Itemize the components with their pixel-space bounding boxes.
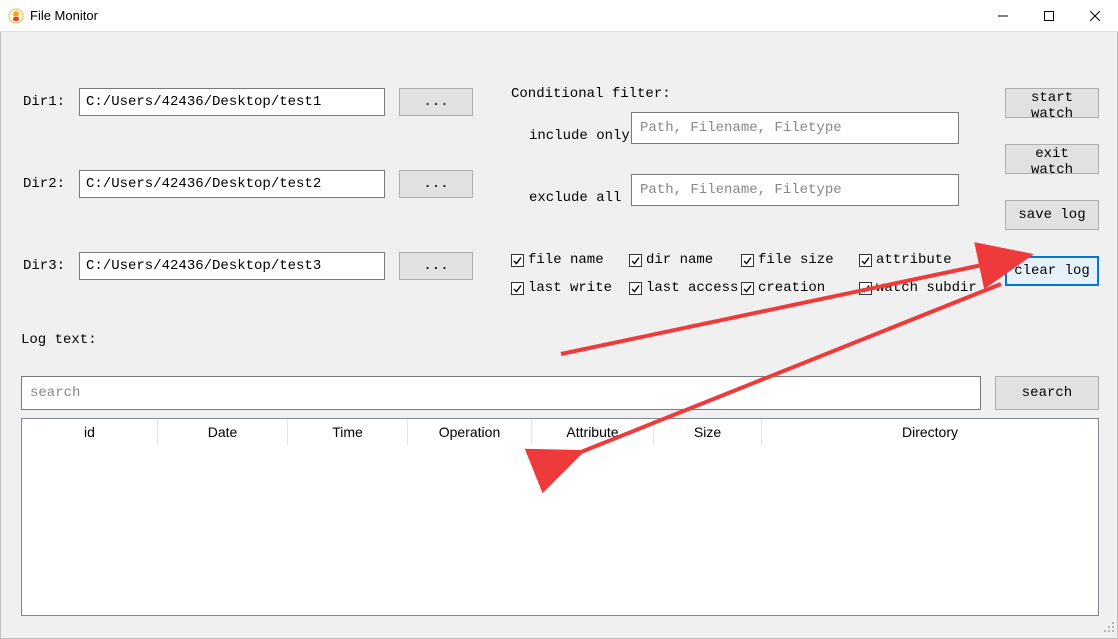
window-title: File Monitor	[30, 8, 98, 23]
checkmark-icon	[859, 254, 872, 267]
checkbox-creation[interactable]: creation	[741, 280, 825, 296]
close-button[interactable]	[1072, 0, 1118, 31]
checkmark-icon	[511, 254, 524, 267]
dir2-input[interactable]	[79, 170, 385, 198]
log-text-label: Log text:	[21, 332, 97, 348]
title-bar: File Monitor	[0, 0, 1118, 32]
checkbox-file-name[interactable]: file name	[511, 252, 604, 268]
dir1-browse-button[interactable]: ...	[399, 88, 473, 116]
include-only-label: include only	[529, 128, 630, 144]
checkbox-label: dir name	[646, 252, 713, 268]
checkbox-dir-name[interactable]: dir name	[629, 252, 713, 268]
resize-grip-icon[interactable]	[1101, 619, 1115, 636]
dir2-label: Dir2:	[23, 176, 65, 192]
app-icon	[8, 8, 24, 24]
include-only-input[interactable]	[631, 112, 959, 144]
minimize-button[interactable]	[980, 0, 1026, 31]
checkbox-label: attribute	[876, 252, 952, 268]
column-directory[interactable]: Directory	[762, 419, 1098, 445]
dir3-input[interactable]	[79, 252, 385, 280]
checkbox-last-write[interactable]: last write	[511, 280, 612, 296]
checkbox-label: last access	[646, 280, 738, 296]
conditional-filter-label: Conditional filter:	[511, 86, 671, 102]
dir1-input[interactable]	[79, 88, 385, 116]
column-time[interactable]: Time	[288, 419, 408, 445]
checkbox-last-access[interactable]: last access	[629, 280, 738, 296]
checkmark-icon	[629, 254, 642, 267]
search-button[interactable]: search	[995, 376, 1099, 410]
dir1-label: Dir1:	[23, 94, 65, 110]
save-log-button[interactable]: save log	[1005, 200, 1099, 230]
checkmark-icon	[859, 282, 872, 295]
exclude-all-label: exclude all	[529, 190, 621, 206]
dir2-browse-button[interactable]: ...	[399, 170, 473, 198]
exit-watch-button[interactable]: exit watch	[1005, 144, 1099, 174]
checkmark-icon	[741, 282, 754, 295]
checkbox-label: file size	[758, 252, 834, 268]
column-size[interactable]: Size	[654, 419, 762, 445]
checkbox-label: last write	[528, 280, 612, 296]
column-attribute[interactable]: Attribute	[532, 419, 654, 445]
checkbox-label: watch subdir	[876, 280, 977, 296]
checkbox-label: file name	[528, 252, 604, 268]
checkbox-file-size[interactable]: file size	[741, 252, 834, 268]
checkmark-icon	[741, 254, 754, 267]
dir3-label: Dir3:	[23, 258, 65, 274]
checkbox-watch-subdir[interactable]: watch subdir	[859, 280, 977, 296]
table-header: id Date Time Operation Attribute Size Di…	[22, 419, 1098, 445]
column-date[interactable]: Date	[158, 419, 288, 445]
search-input[interactable]	[21, 376, 981, 410]
checkbox-attribute[interactable]: attribute	[859, 252, 952, 268]
checkmark-icon	[511, 282, 524, 295]
exclude-all-input[interactable]	[631, 174, 959, 206]
dir3-browse-button[interactable]: ...	[399, 252, 473, 280]
checkmark-icon	[629, 282, 642, 295]
column-operation[interactable]: Operation	[408, 419, 532, 445]
log-table[interactable]: id Date Time Operation Attribute Size Di…	[21, 418, 1099, 616]
clear-log-button[interactable]: clear log	[1005, 256, 1099, 286]
start-watch-button[interactable]: start watch	[1005, 88, 1099, 118]
maximize-button[interactable]	[1026, 0, 1072, 31]
client-area: Dir1: ... Dir2: ... Dir3: ... Conditiona…	[0, 32, 1118, 639]
checkbox-label: creation	[758, 280, 825, 296]
column-id[interactable]: id	[22, 419, 158, 445]
